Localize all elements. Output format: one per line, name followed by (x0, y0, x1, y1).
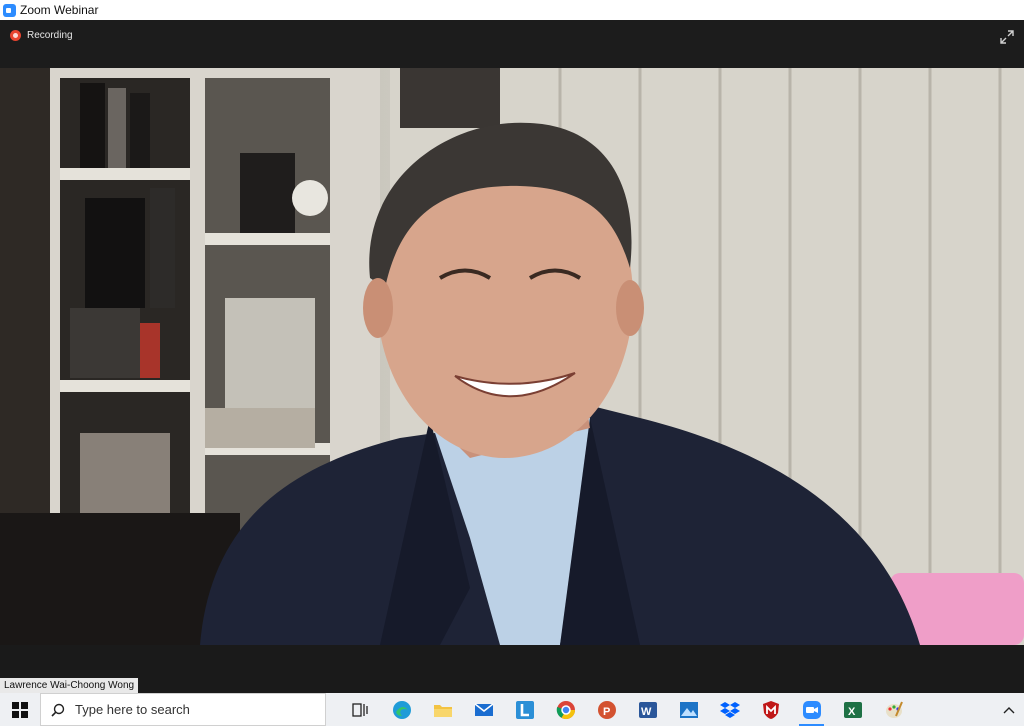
zoom-app-icon (3, 3, 16, 17)
start-button[interactable] (0, 693, 40, 726)
show-hidden-icons-button[interactable] (994, 693, 1024, 726)
mcafee-button[interactable] (750, 693, 791, 726)
paint-button[interactable] (873, 693, 914, 726)
zoom-icon (802, 700, 821, 719)
word-button[interactable]: W (627, 693, 668, 726)
windows-logo-icon (12, 701, 28, 718)
meeting-top-bar: Recording (0, 20, 1024, 68)
mail-icon (474, 702, 493, 716)
taskbar-search-box[interactable]: Type here to search (40, 693, 326, 726)
svg-text:X: X (848, 706, 856, 718)
task-view-icon (351, 702, 368, 717)
edge-button[interactable] (381, 693, 422, 726)
dropbox-icon (719, 701, 740, 718)
excel-icon: X (843, 701, 862, 718)
search-placeholder: Type here to search (75, 702, 190, 717)
svg-text:W: W (641, 706, 652, 718)
window-title-bar: Zoom Webinar (0, 0, 1024, 20)
photos-icon (679, 701, 698, 718)
windows-taskbar: Type here to search P W X (0, 693, 1024, 726)
taskbar-pinned-apps: P W X (340, 693, 914, 726)
word-icon: W (638, 701, 657, 718)
powerpoint-icon: P (597, 700, 616, 719)
file-explorer-button[interactable] (422, 693, 463, 726)
letter-l-icon (515, 700, 534, 719)
folder-icon (433, 704, 452, 717)
participant-name-badge: Lawrence Wai-Choong Wong (0, 678, 139, 693)
participant-video (0, 68, 1024, 645)
chrome-icon (556, 700, 575, 719)
dropbox-button[interactable] (709, 693, 750, 726)
recording-label: Recording (27, 30, 73, 41)
powerpoint-button[interactable]: P (586, 693, 627, 726)
chevron-up-icon (1003, 706, 1015, 713)
mail-button[interactable] (463, 693, 504, 726)
search-icon (51, 703, 65, 717)
meeting-bottom-bar (0, 645, 1024, 693)
paint-palette-icon (885, 701, 903, 718)
window-title: Zoom Webinar (20, 3, 99, 17)
edge-icon (392, 700, 411, 719)
recording-indicator[interactable]: Recording (10, 30, 73, 41)
svg-text:P: P (603, 706, 610, 718)
chrome-button[interactable] (545, 693, 586, 726)
fullscreen-icon[interactable] (1000, 30, 1014, 44)
recording-icon (10, 30, 21, 41)
photos-button[interactable] (668, 693, 709, 726)
video-frame-illustration (0, 68, 1024, 645)
task-view-button[interactable] (340, 693, 381, 726)
mcafee-shield-icon (762, 700, 779, 719)
l-app-button[interactable] (504, 693, 545, 726)
zoom-button[interactable] (791, 693, 832, 726)
excel-button[interactable]: X (832, 693, 873, 726)
